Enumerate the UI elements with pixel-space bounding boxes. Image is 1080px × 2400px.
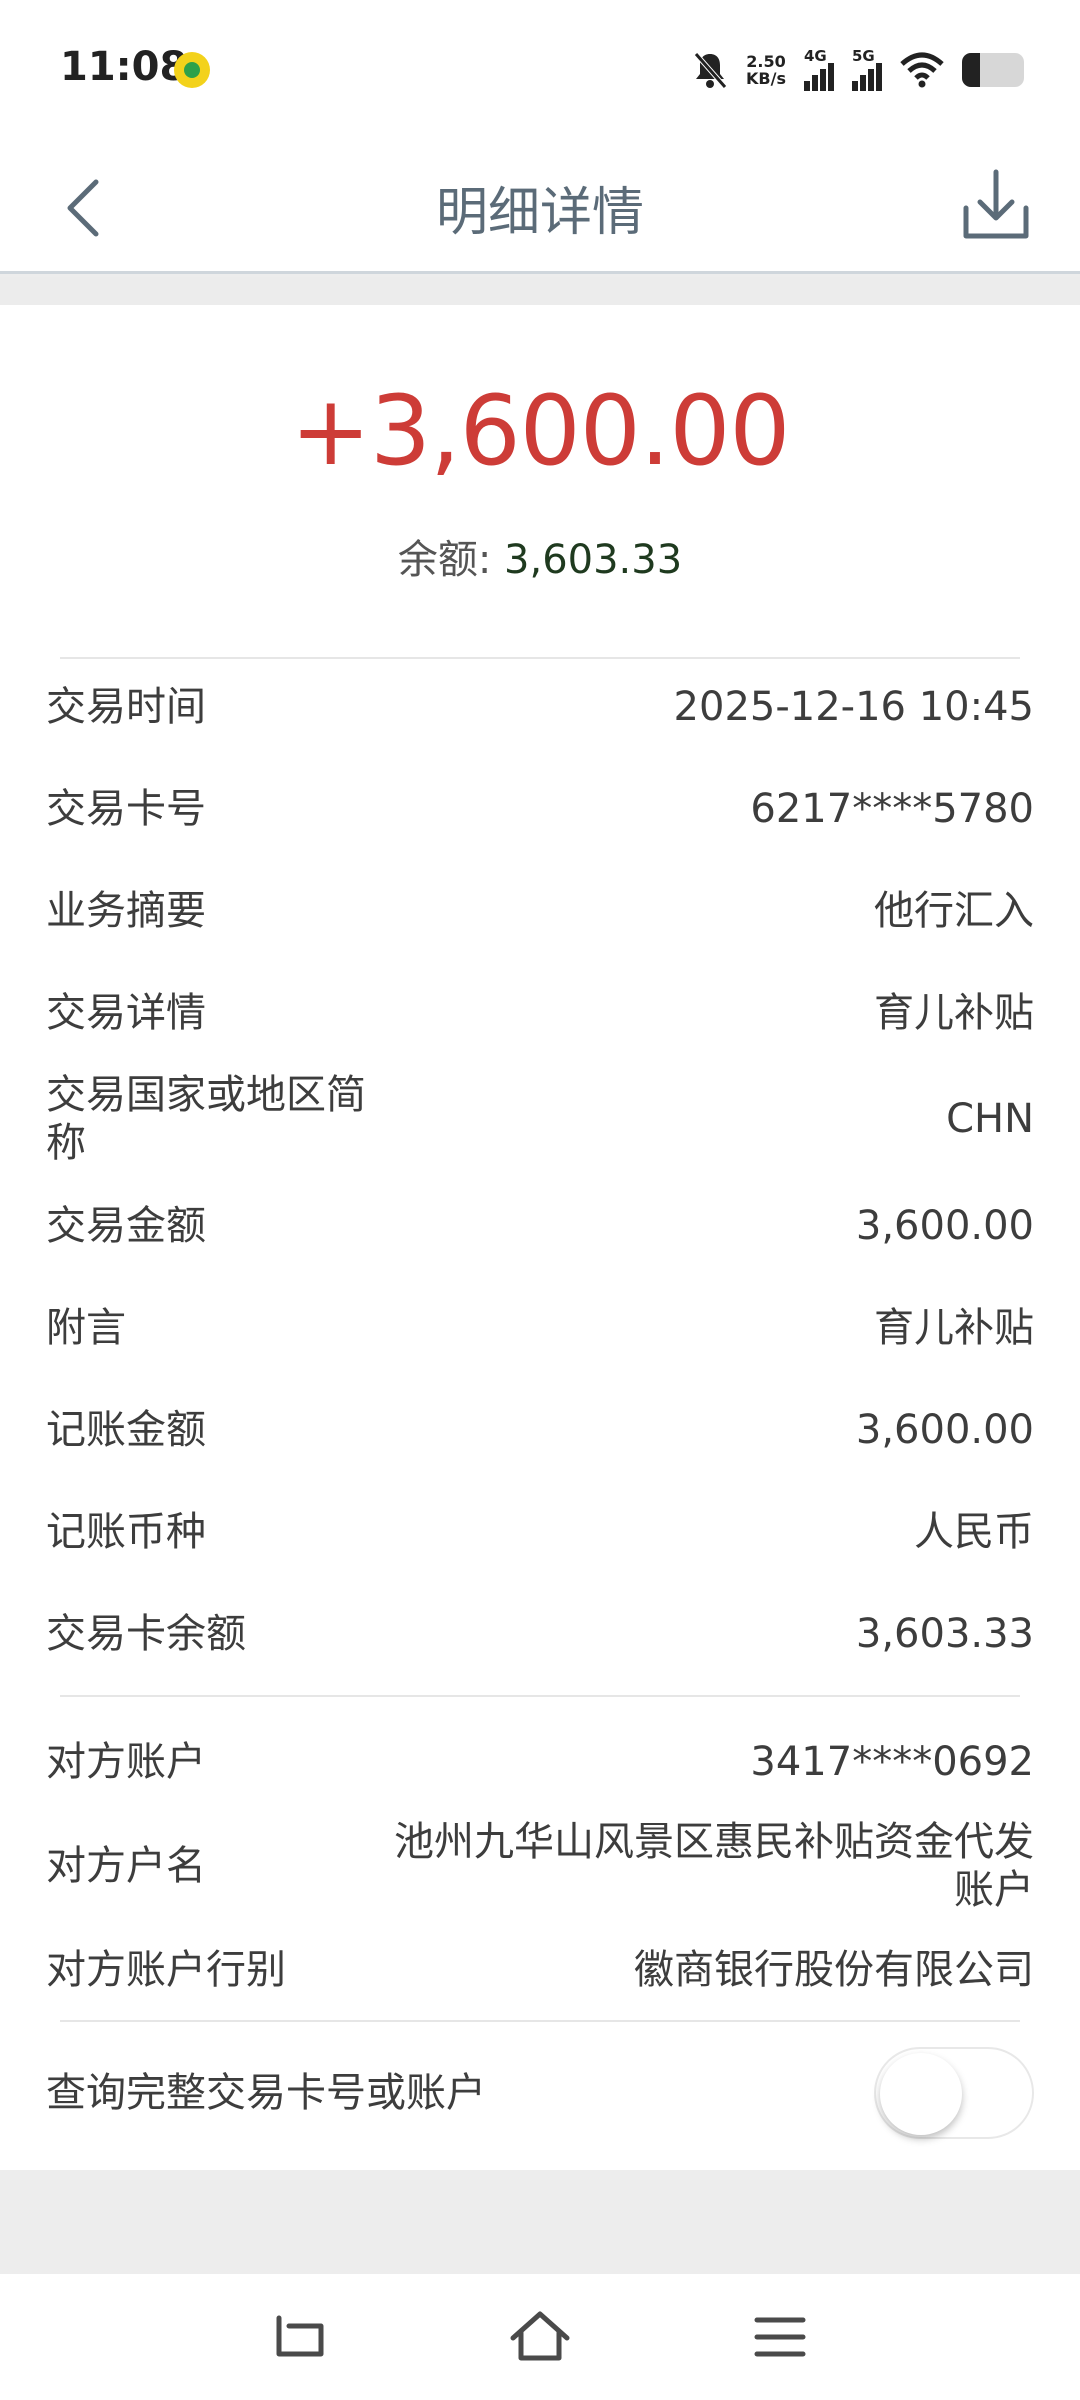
detail-label: 记账金额 (46, 1407, 206, 1453)
battery-icon (962, 53, 1024, 87)
transaction-amount: +3,600.00 (290, 375, 791, 487)
detail-value: 3,603.33 (855, 1611, 1034, 1657)
balance-label: 余额: (397, 537, 505, 583)
divider (60, 1695, 1020, 1697)
wifi-icon (900, 52, 944, 88)
detail-value: 2025-12-16 10:45 (673, 684, 1034, 730)
detail-row-remark: 附言 育儿补贴 (46, 1288, 1034, 1368)
detail-label: 交易详情 (46, 990, 206, 1036)
detail-value: 3,600.00 (855, 1407, 1034, 1453)
sim1-label: 4G (804, 47, 827, 65)
detail-label: 交易卡余额 (46, 1611, 246, 1657)
detail-row-country: 交易国家或地区简称 CHN (46, 1067, 1034, 1171)
network-speed-unit: KB/s (746, 69, 786, 88)
home-icon[interactable] (505, 2304, 575, 2370)
detail-label: 对方账户行别 (46, 1947, 286, 1993)
detail-row-counterparty-account: 对方账户 3417****0692 (46, 1722, 1034, 1802)
detail-row-counterparty-bank: 对方账户行别 徽商银行股份有限公司 (46, 1930, 1034, 2010)
balance-value: 3,603.33 (504, 537, 683, 583)
detail-label: 交易卡号 (46, 786, 206, 832)
detail-value: 育儿补贴 (874, 1305, 1034, 1351)
balance-line: 余额: 3,603.33 (0, 527, 1080, 585)
app-header: 明细详情 (0, 140, 1080, 274)
network-speed: 2.50 KB/s (746, 53, 786, 87)
detail-value: CHN (946, 1096, 1034, 1142)
detail-value: 池州九华山风景区惠民补贴资金代发账户 (394, 1819, 1034, 1913)
detail-row-posted-amount: 记账金额 3,600.00 (46, 1390, 1034, 1470)
network-speed-value: 2.50 (746, 52, 786, 71)
detail-label: 对方账户 (46, 1739, 206, 1785)
detail-row-currency: 记账币种 人民币 (46, 1492, 1034, 1572)
detail-value: 6217****5780 (750, 786, 1034, 832)
detail-value: 育儿补贴 (874, 990, 1034, 1036)
status-bar: 11:08 2.50 KB/s 4G 5G (0, 0, 1080, 140)
back-nav-icon[interactable] (265, 2304, 335, 2370)
detail-label: 附言 (46, 1305, 126, 1351)
mute-icon (694, 52, 727, 89)
detail-row-card-balance: 交易卡余额 3,603.33 (46, 1594, 1034, 1674)
page-title: 明细详情 (435, 183, 644, 243)
detail-label: 业务摘要 (46, 888, 206, 934)
detail-value: 他行汇入 (874, 888, 1034, 934)
detail-row-summary: 业务摘要 他行汇入 (46, 871, 1034, 951)
detail-label: 对方户名 (46, 1843, 206, 1889)
full-card-number-row: 查询完整交易卡号或账户 (46, 2053, 820, 2133)
divider (60, 657, 1020, 659)
status-time: 11:08 (60, 44, 188, 90)
detail-row-transaction-amount: 交易金额 3,600.00 (46, 1186, 1034, 1266)
signal-icon: 4G (804, 47, 834, 91)
detail-row-transaction-detail: 交易详情 育儿补贴 (46, 973, 1034, 1053)
detail-value: 3,600.00 (855, 1203, 1034, 1249)
detail-label: 交易时间 (46, 684, 206, 730)
divider (60, 2020, 1020, 2022)
transaction-detail-card: +3,600.00 余额: 3,603.33 交易时间 2025-12-16 1… (0, 305, 1080, 2170)
detail-label: 交易国家或地区简称 (46, 1072, 366, 1166)
detail-row-card-number: 交易卡号 6217****5780 (46, 769, 1034, 849)
download-icon[interactable] (956, 162, 1036, 252)
detail-value: 人民币 (914, 1509, 1034, 1555)
detail-row-counterparty-name: 对方户名 池州九华山风景区惠民补贴资金代发账户 (46, 1811, 1034, 1921)
toggle-knob (880, 2053, 962, 2135)
detail-row-transaction-time: 交易时间 2025-12-16 10:45 (46, 667, 1034, 747)
full-card-number-label: 查询完整交易卡号或账户 (46, 2070, 486, 2116)
detail-label: 交易金额 (46, 1203, 206, 1249)
menu-icon[interactable] (745, 2304, 815, 2370)
detail-value: 徽商银行股份有限公司 (634, 1947, 1034, 1993)
sim2-label: 5G (852, 47, 875, 65)
section-gap (0, 277, 1080, 305)
signal-icon-2: 5G (852, 47, 882, 91)
system-nav-bar (0, 2274, 1080, 2400)
detail-label: 记账币种 (46, 1509, 206, 1555)
detail-value: 3417****0692 (750, 1739, 1034, 1785)
status-icons: 2.50 KB/s 4G 5G (692, 46, 1024, 94)
full-card-number-toggle[interactable] (874, 2047, 1034, 2139)
app-notification-icon (174, 52, 210, 88)
